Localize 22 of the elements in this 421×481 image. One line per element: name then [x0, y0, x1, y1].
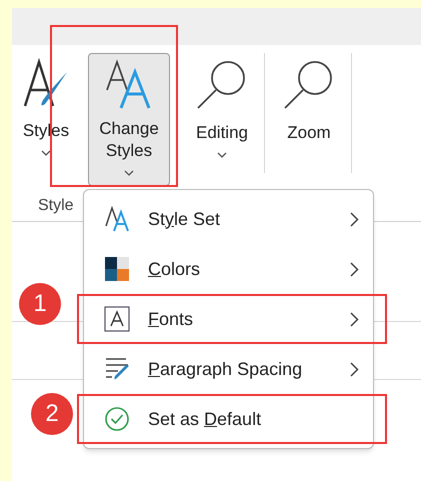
- font-icon: [104, 306, 130, 332]
- chevron-down-icon: [217, 152, 227, 158]
- menu-item-label: Paragraph Spacing: [148, 358, 304, 381]
- checkmark-circle-icon: [104, 406, 130, 432]
- ribbon-button[interactable]: Change Styles: [88, 53, 170, 186]
- menu-item-label: Set as Default: [148, 408, 262, 430]
- chevron-down-icon: [41, 150, 51, 156]
- menu-item-label: Fonts: [148, 308, 194, 330]
- menu-item-label: Style Set: [148, 208, 222, 231]
- ribbon-button[interactable]: Zoom: [277, 53, 341, 186]
- group-label: Style: [38, 197, 74, 214]
- paragraph-spacing-icon: [104, 356, 130, 382]
- menu-item[interactable]: Paragraph Spacing: [84, 344, 373, 394]
- chevron-down-icon: [124, 170, 134, 176]
- font-style-icon: [104, 206, 130, 232]
- menu-item[interactable]: Fonts: [77, 294, 387, 344]
- menu-item[interactable]: Set as Default: [77, 394, 387, 444]
- color-palette-icon: [104, 256, 130, 282]
- menu-item-label: Colors: [148, 258, 202, 280]
- ribbon-button[interactable]: Editing: [190, 53, 254, 186]
- menu-item[interactable]: Style Set: [84, 194, 373, 244]
- menu-item[interactable]: Colors: [84, 244, 373, 294]
